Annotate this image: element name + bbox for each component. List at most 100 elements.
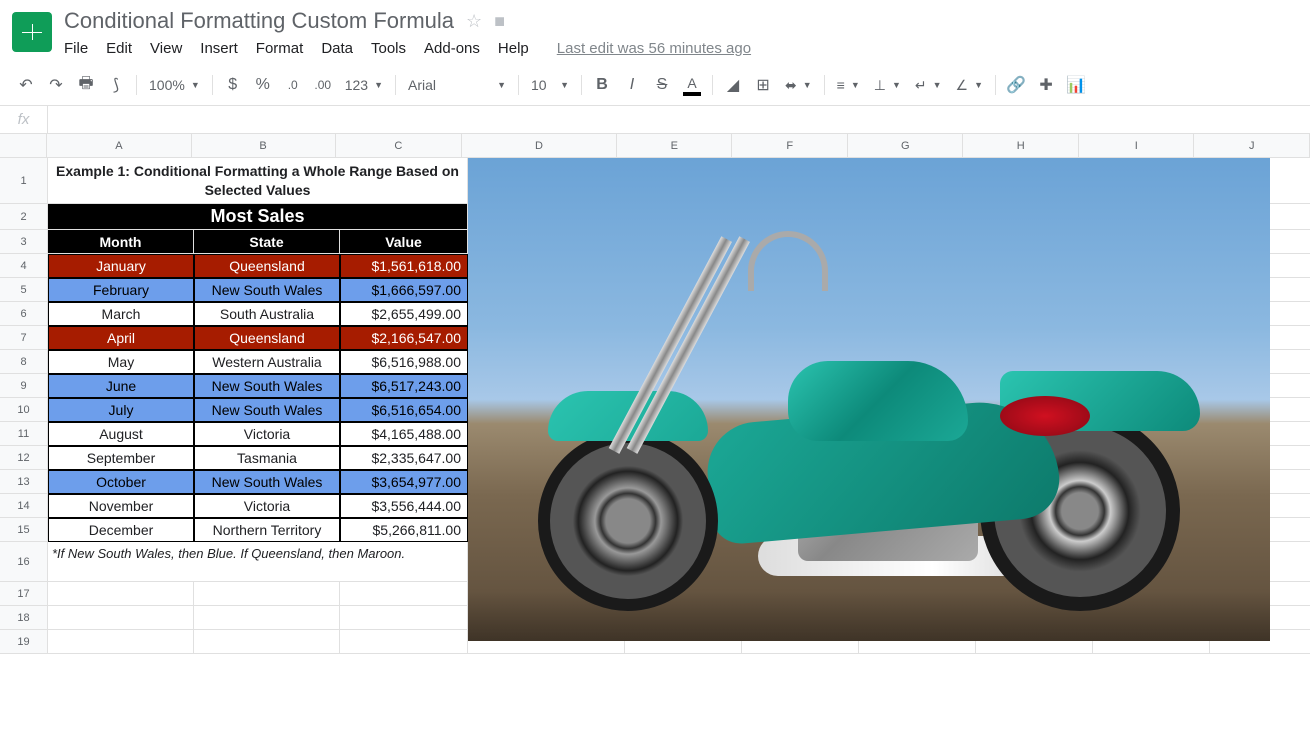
menu-insert[interactable]: Insert <box>200 40 238 57</box>
cell-value[interactable]: $6,516,988.00 <box>340 350 468 374</box>
cell-month[interactable]: March <box>48 302 194 326</box>
menu-edit[interactable]: Edit <box>106 40 132 57</box>
cell-state[interactable]: New South Wales <box>194 398 340 422</box>
menu-file[interactable]: File <box>64 40 88 57</box>
col-header-C[interactable]: C <box>336 134 462 158</box>
document-title[interactable]: Conditional Formatting Custom Formula <box>64 8 454 34</box>
cell[interactable] <box>48 582 194 606</box>
text-color-icon[interactable]: A <box>678 71 706 99</box>
cell-month[interactable]: December <box>48 518 194 542</box>
cell-value[interactable]: $4,165,488.00 <box>340 422 468 446</box>
cell-value[interactable]: $6,516,654.00 <box>340 398 468 422</box>
row-header-17[interactable]: 17 <box>0 582 48 606</box>
row-header-15[interactable]: 15 <box>0 518 48 542</box>
cell-state[interactable]: Queensland <box>194 254 340 278</box>
borders-icon[interactable]: ⊞ <box>749 71 777 99</box>
col-header-E[interactable]: E <box>617 134 733 158</box>
increase-decimal-icon[interactable]: .00 <box>309 71 337 99</box>
horizontal-align-icon[interactable]: ≡▼ <box>831 71 866 99</box>
cell-value[interactable]: $5,266,811.00 <box>340 518 468 542</box>
cell-state[interactable]: Queensland <box>194 326 340 350</box>
cell-state[interactable]: Western Australia <box>194 350 340 374</box>
spreadsheet-grid[interactable]: ABCDEFGHIJ12345678910111213141516171819E… <box>0 134 1310 654</box>
cell-state[interactable]: Victoria <box>194 494 340 518</box>
cell-state[interactable]: New South Wales <box>194 278 340 302</box>
strikethrough-icon[interactable]: S <box>648 71 676 99</box>
italic-icon[interactable]: I <box>618 71 646 99</box>
cell-value[interactable]: $1,561,618.00 <box>340 254 468 278</box>
row-header-10[interactable]: 10 <box>0 398 48 422</box>
row-header-2[interactable]: 2 <box>0 204 48 230</box>
row-header-4[interactable]: 4 <box>0 254 48 278</box>
cell[interactable] <box>340 606 468 630</box>
star-icon[interactable]: ☆ <box>466 11 482 32</box>
cell-month[interactable]: April <box>48 326 194 350</box>
bold-icon[interactable]: B <box>588 71 616 99</box>
cell-month[interactable]: May <box>48 350 194 374</box>
menu-addons[interactable]: Add-ons <box>424 40 480 57</box>
fill-color-icon[interactable]: ◢ <box>719 71 747 99</box>
paint-format-icon[interactable]: ⟆ <box>102 71 130 99</box>
cell-state[interactable]: Victoria <box>194 422 340 446</box>
col-header-H[interactable]: H <box>963 134 1079 158</box>
menu-view[interactable]: View <box>150 40 182 57</box>
merge-cells-icon[interactable]: ⬌▼ <box>779 71 818 99</box>
row-header-16[interactable]: 16 <box>0 542 48 582</box>
zoom-select[interactable]: 100%▼ <box>143 71 206 99</box>
col-header-A[interactable]: A <box>47 134 191 158</box>
percent-icon[interactable]: % <box>249 71 277 99</box>
insert-comment-icon[interactable]: ✚ <box>1032 71 1060 99</box>
folder-icon[interactable]: ■ <box>494 11 505 32</box>
font-size-select[interactable]: 10▼ <box>525 71 575 99</box>
menu-tools[interactable]: Tools <box>371 40 406 57</box>
cell-state[interactable]: New South Wales <box>194 470 340 494</box>
cell-value[interactable]: $6,517,243.00 <box>340 374 468 398</box>
text-rotation-icon[interactable]: ∠▼ <box>950 71 989 99</box>
cell-month[interactable]: February <box>48 278 194 302</box>
note-cell[interactable]: *If New South Wales, then Blue. If Queen… <box>48 542 468 582</box>
row-header-6[interactable]: 6 <box>0 302 48 326</box>
example-title-cell[interactable]: Example 1: Conditional Formatting a Whol… <box>48 158 468 204</box>
cell-value[interactable]: $1,666,597.00 <box>340 278 468 302</box>
cell[interactable] <box>340 582 468 606</box>
insert-link-icon[interactable]: 🔗 <box>1002 71 1030 99</box>
col-header-G[interactable]: G <box>848 134 964 158</box>
font-select[interactable]: Arial▼ <box>402 71 512 99</box>
text-wrap-icon[interactable]: ↵▼ <box>909 71 948 99</box>
cell-value[interactable]: $3,556,444.00 <box>340 494 468 518</box>
col-header-J[interactable]: J <box>1194 134 1310 158</box>
row-header-5[interactable]: 5 <box>0 278 48 302</box>
more-formats-select[interactable]: 123▼ <box>339 71 389 99</box>
header-value[interactable]: Value <box>340 230 468 254</box>
cell-state[interactable]: New South Wales <box>194 374 340 398</box>
row-header-19[interactable]: 19 <box>0 630 48 654</box>
menu-format[interactable]: Format <box>256 40 304 57</box>
insert-chart-icon[interactable]: 📊 <box>1062 71 1090 99</box>
print-icon[interactable]: 🖶 <box>72 71 100 99</box>
col-header-I[interactable]: I <box>1079 134 1195 158</box>
col-header-D[interactable]: D <box>462 134 617 158</box>
row-header-7[interactable]: 7 <box>0 326 48 350</box>
cell-month[interactable]: October <box>48 470 194 494</box>
row-header-8[interactable]: 8 <box>0 350 48 374</box>
row-header-13[interactable]: 13 <box>0 470 48 494</box>
cell-month[interactable]: July <box>48 398 194 422</box>
cell-month[interactable]: August <box>48 422 194 446</box>
cell-value[interactable]: $2,655,499.00 <box>340 302 468 326</box>
col-header-B[interactable]: B <box>192 134 336 158</box>
cell[interactable] <box>48 630 194 654</box>
select-all-corner[interactable] <box>0 134 47 158</box>
cell-state[interactable]: Northern Territory <box>194 518 340 542</box>
row-header-14[interactable]: 14 <box>0 494 48 518</box>
cell[interactable] <box>340 630 468 654</box>
sheets-logo[interactable] <box>12 12 52 52</box>
cell-state[interactable]: Tasmania <box>194 446 340 470</box>
cell-month[interactable]: January <box>48 254 194 278</box>
row-header-18[interactable]: 18 <box>0 606 48 630</box>
menu-help[interactable]: Help <box>498 40 529 57</box>
cell[interactable] <box>194 582 340 606</box>
cell-value[interactable]: $3,654,977.00 <box>340 470 468 494</box>
row-header-1[interactable]: 1 <box>0 158 48 204</box>
undo-icon[interactable]: ↶ <box>12 71 40 99</box>
formula-input[interactable] <box>48 106 1310 133</box>
